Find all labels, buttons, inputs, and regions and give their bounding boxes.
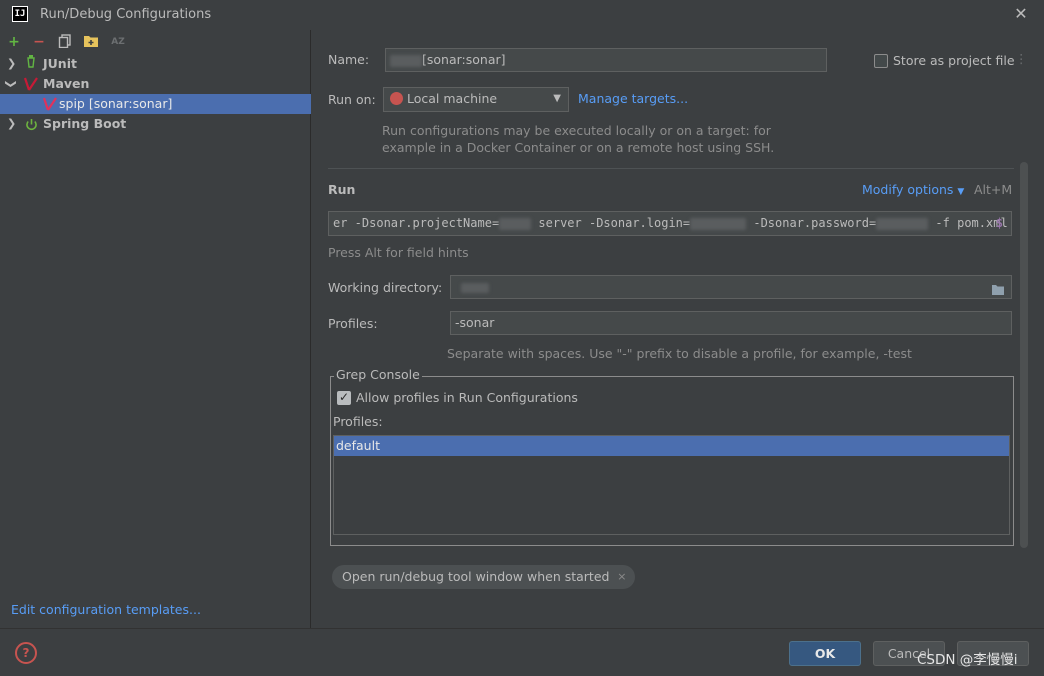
tree-item-label: JUnit xyxy=(43,56,77,71)
tree-item-label: spip [sonar:sonar] xyxy=(59,96,173,111)
tree-item-label: Spring Boot xyxy=(43,116,127,131)
profiles-field[interactable]: -sonar xyxy=(450,311,1012,335)
run-on-dropdown[interactable]: Local machine ▼ xyxy=(383,87,569,112)
run-on-hint-line2: example in a Docker Container or on a re… xyxy=(382,140,775,155)
tree-item-maven[interactable]: ❯ Maven xyxy=(0,74,311,94)
profiles-label: Profiles: xyxy=(328,316,378,331)
tree-item-spip[interactable]: spip [sonar:sonar] xyxy=(0,94,311,114)
working-directory-label: Working directory: xyxy=(328,280,443,295)
store-as-project-file-checkbox[interactable] xyxy=(874,54,888,68)
tree-item-label: Maven xyxy=(43,76,90,91)
redacted-text xyxy=(461,282,489,293)
tree-item-spring-boot[interactable]: ❯ Spring Boot xyxy=(0,114,311,134)
command-line-field[interactable]: er -Dsonar.projectName= server -Dsonar.l… xyxy=(328,211,1012,236)
run-on-label: Run on: xyxy=(328,92,376,107)
section-divider xyxy=(328,168,1014,169)
store-as-project-file-label[interactable]: Store as project file xyxy=(893,53,1015,68)
modify-options-shortcut: Alt+M xyxy=(974,182,1013,197)
copy-configuration-icon[interactable] xyxy=(57,34,73,50)
local-machine-icon xyxy=(390,92,403,105)
redacted-text xyxy=(499,217,532,230)
intellij-logo-icon: IJ xyxy=(12,6,28,22)
run-on-value: Local machine xyxy=(407,91,498,106)
remove-configuration-icon[interactable]: − xyxy=(31,34,47,50)
chevron-right-icon[interactable]: ❯ xyxy=(7,114,16,134)
new-folder-icon[interactable] xyxy=(83,34,99,50)
grep-profiles-label: Profiles: xyxy=(333,414,383,429)
grep-profiles-list[interactable]: default xyxy=(333,435,1010,535)
folder-icon[interactable] xyxy=(991,281,1005,298)
tree-item-junit[interactable]: ❯ JUnit xyxy=(0,54,311,74)
profiles-hint: Separate with spaces. Use "-" prefix to … xyxy=(447,346,912,361)
command-part: -Dsonar.password= xyxy=(753,216,877,230)
close-icon[interactable]: ✕ xyxy=(1011,2,1031,26)
allow-profiles-label[interactable]: Allow profiles in Run Configurations xyxy=(356,390,578,405)
list-item[interactable]: default xyxy=(334,436,1009,456)
add-configuration-icon[interactable]: + xyxy=(6,34,22,50)
more-options-icon[interactable]: ⋮ xyxy=(1015,51,1028,66)
working-directory-field[interactable] xyxy=(450,275,1012,299)
allow-profiles-checkbox[interactable] xyxy=(337,390,351,405)
chevron-down-icon: ▼ xyxy=(957,187,965,197)
profiles-field-value: -sonar xyxy=(455,315,495,330)
name-label: Name: xyxy=(328,52,370,67)
vertical-scrollbar[interactable] xyxy=(1020,162,1028,548)
name-field-value: [sonar:sonar] xyxy=(422,52,506,67)
field-hints-text: Press Alt for field hints xyxy=(328,245,469,260)
configurations-tree-panel: + − AZ ❯ JUnit ❯ Maven spip [sonar:sonar… xyxy=(0,30,311,628)
chevron-down-icon[interactable]: ❯ xyxy=(1,79,21,88)
modify-options-link[interactable]: Modify options ▼ xyxy=(862,182,964,197)
close-icon[interactable]: × xyxy=(617,565,626,589)
edit-configuration-templates-link[interactable]: Edit configuration templates... xyxy=(11,602,201,617)
csdn-watermark: CSDN @李慢慢i xyxy=(917,652,1018,668)
window-title: Run/Debug Configurations xyxy=(40,7,212,22)
chevron-right-icon[interactable]: ❯ xyxy=(7,54,16,74)
insert-macro-icon[interactable]: $ xyxy=(996,212,1003,235)
help-icon[interactable]: ? xyxy=(15,642,37,664)
chip-label: Open run/debug tool window when started xyxy=(342,569,610,584)
run-section-title: Run xyxy=(328,182,356,197)
spring-boot-icon xyxy=(25,117,38,137)
command-part: er -Dsonar.projectName= xyxy=(333,216,500,230)
ok-button[interactable]: OK xyxy=(789,641,861,666)
run-on-hint-line1: Run configurations may be executed local… xyxy=(382,123,771,138)
manage-targets-link[interactable]: Manage targets... xyxy=(578,91,688,106)
command-part: server -Dsonar.login= xyxy=(538,216,691,230)
sort-alphabetically-icon[interactable]: AZ xyxy=(110,34,126,50)
chevron-down-icon: ▼ xyxy=(553,93,561,104)
redacted-text xyxy=(390,54,422,67)
redacted-text xyxy=(876,217,929,230)
junit-icon xyxy=(26,54,36,74)
open-tool-window-option-chip[interactable]: Open run/debug tool window when started … xyxy=(332,565,636,589)
redacted-text xyxy=(690,217,747,230)
name-field[interactable]: [sonar:sonar] xyxy=(385,48,827,72)
grep-console-title: Grep Console xyxy=(334,367,422,382)
